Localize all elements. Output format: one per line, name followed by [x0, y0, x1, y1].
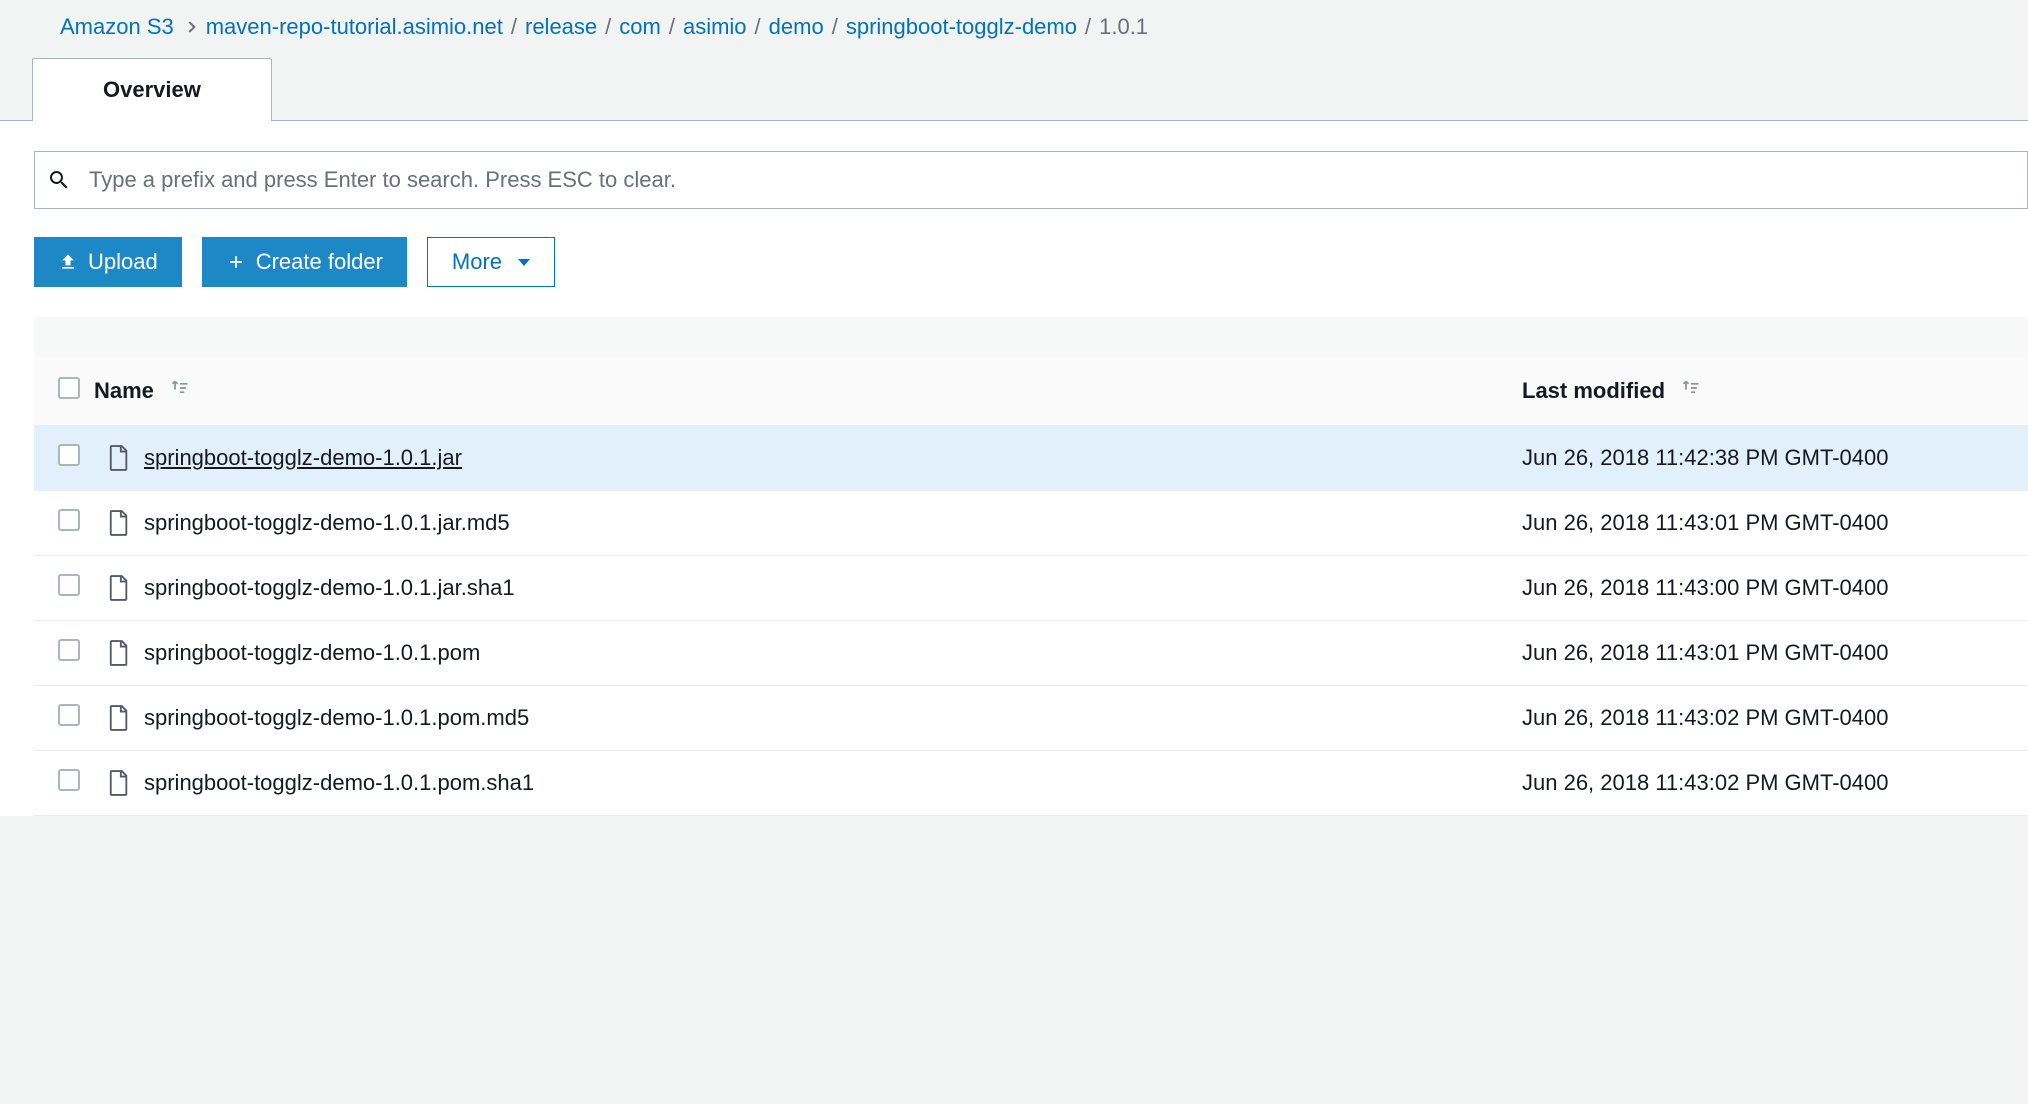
upload-icon: [58, 252, 78, 272]
file-icon: [108, 640, 130, 666]
file-name[interactable]: springboot-togglz-demo-1.0.1.jar.sha1: [144, 575, 515, 601]
file-icon: [108, 705, 130, 731]
upload-button-label: Upload: [88, 249, 158, 275]
table-row[interactable]: springboot-togglz-demo-1.0.1.jar.md5 Jun…: [34, 491, 2028, 556]
breadcrumb-item[interactable]: release: [525, 14, 597, 40]
row-checkbox[interactable]: [58, 574, 80, 596]
header-name[interactable]: Name: [94, 378, 154, 403]
create-folder-button-label: Create folder: [256, 249, 383, 275]
file-name[interactable]: springboot-togglz-demo-1.0.1.pom: [144, 640, 480, 666]
search-input[interactable]: [89, 167, 2015, 193]
breadcrumb-separator: /: [605, 14, 611, 40]
more-button-label: More: [452, 249, 502, 275]
plus-icon: [226, 252, 246, 272]
table-row[interactable]: springboot-togglz-demo-1.0.1.pom.md5 Jun…: [34, 686, 2028, 751]
breadcrumb-separator: /: [669, 14, 675, 40]
file-name[interactable]: springboot-togglz-demo-1.0.1.jar: [144, 445, 462, 471]
search-icon: [47, 168, 71, 192]
breadcrumb-separator: /: [755, 14, 761, 40]
table-spacer: [34, 317, 2028, 357]
breadcrumb-current: 1.0.1: [1099, 14, 1148, 40]
more-button[interactable]: More: [427, 237, 555, 287]
breadcrumb-item[interactable]: com: [619, 14, 661, 40]
row-checkbox[interactable]: [58, 639, 80, 661]
table-row[interactable]: springboot-togglz-demo-1.0.1.jar.sha1 Ju…: [34, 556, 2028, 621]
file-date: Jun 26, 2018 11:43:02 PM GMT-0400: [1508, 686, 2028, 751]
file-date: Jun 26, 2018 11:43:02 PM GMT-0400: [1508, 751, 2028, 816]
file-icon: [108, 575, 130, 601]
breadcrumb: Amazon S3 maven-repo-tutorial.asimio.net…: [0, 0, 2028, 58]
file-icon: [108, 445, 130, 471]
chevron-right-icon: [184, 21, 195, 32]
breadcrumb-separator: /: [832, 14, 838, 40]
file-icon: [108, 510, 130, 536]
breadcrumb-separator: /: [1085, 14, 1091, 40]
toolbar: Upload Create folder More: [34, 237, 2028, 287]
upload-button[interactable]: Upload: [34, 237, 182, 287]
file-name[interactable]: springboot-togglz-demo-1.0.1.pom.md5: [144, 705, 529, 731]
breadcrumb-item[interactable]: maven-repo-tutorial.asimio.net: [206, 14, 503, 40]
row-checkbox[interactable]: [58, 769, 80, 791]
header-last-modified[interactable]: Last modified: [1522, 378, 1665, 403]
table-row[interactable]: springboot-togglz-demo-1.0.1.pom.sha1 Ju…: [34, 751, 2028, 816]
create-folder-button[interactable]: Create folder: [202, 237, 407, 287]
chevron-down-icon: [518, 259, 530, 266]
sort-icon[interactable]: [1681, 378, 1701, 398]
breadcrumb-root[interactable]: Amazon S3: [60, 14, 174, 40]
file-name[interactable]: springboot-togglz-demo-1.0.1.jar.md5: [144, 510, 510, 536]
row-checkbox[interactable]: [58, 444, 80, 466]
row-checkbox[interactable]: [58, 509, 80, 531]
file-icon: [108, 770, 130, 796]
tab-overview[interactable]: Overview: [32, 58, 272, 121]
file-date: Jun 26, 2018 11:43:01 PM GMT-0400: [1508, 491, 2028, 556]
breadcrumb-item[interactable]: springboot-togglz-demo: [846, 14, 1077, 40]
object-table: Name Last modified springboot-togglz-dem…: [34, 357, 2028, 816]
file-date: Jun 26, 2018 11:43:00 PM GMT-0400: [1508, 556, 2028, 621]
row-checkbox[interactable]: [58, 704, 80, 726]
search-container: [34, 151, 2028, 209]
tab-bar: Overview: [0, 58, 2028, 121]
file-name[interactable]: springboot-togglz-demo-1.0.1.pom.sha1: [144, 770, 534, 796]
breadcrumb-item[interactable]: demo: [769, 14, 824, 40]
table-row[interactable]: springboot-togglz-demo-1.0.1.pom Jun 26,…: [34, 621, 2028, 686]
sort-icon[interactable]: [170, 378, 190, 398]
breadcrumb-item[interactable]: asimio: [683, 14, 747, 40]
file-date: Jun 26, 2018 11:43:01 PM GMT-0400: [1508, 621, 2028, 686]
table-row[interactable]: springboot-togglz-demo-1.0.1.jar Jun 26,…: [34, 426, 2028, 491]
select-all-checkbox[interactable]: [58, 377, 80, 399]
breadcrumb-separator: /: [511, 14, 517, 40]
file-date: Jun 26, 2018 11:42:38 PM GMT-0400: [1508, 426, 2028, 491]
